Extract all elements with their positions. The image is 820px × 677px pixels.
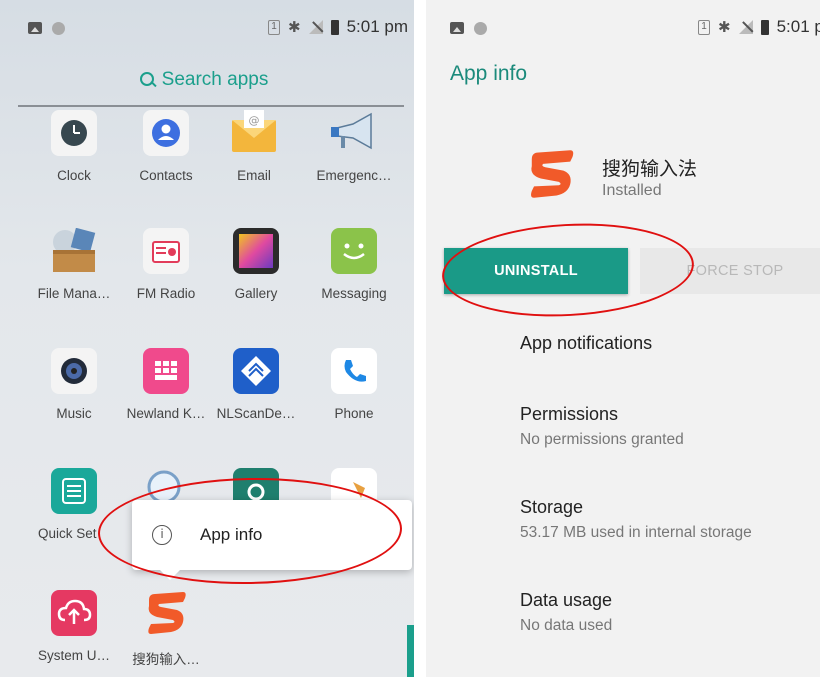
setting-title: Permissions [520,404,619,424]
app-nlscan[interactable]: NLScanDe… [210,348,302,421]
setting-title: App notifications [520,333,653,353]
radio-icon [143,228,189,274]
app-label: File Mana… [37,286,111,301]
app-label: Phone [334,406,374,421]
app-contacts[interactable]: Contacts [120,110,212,183]
app-emergency[interactable]: Emergenc… [308,110,400,183]
app-label: Emergenc… [316,168,392,183]
email-icon: @ [231,110,277,156]
app-fm-radio[interactable]: FM Radio [120,228,212,301]
app-label: Music [56,406,92,421]
app-phone[interactable]: Phone [308,348,400,421]
app-label: Clock [57,168,91,183]
setting-subtitle: No permissions granted [520,431,684,448]
contacts-icon [143,110,189,156]
app-label: Contacts [139,168,193,183]
setting-subtitle: 53.17 MB used in internal storage [520,524,752,541]
quick-settings-icon [51,468,97,514]
status-bar: 1 ✱ 5:01 pm [426,0,820,56]
app-messaging[interactable]: Messaging [308,228,400,301]
setting-title: Data usage [520,590,613,610]
app-label: Messaging [321,286,387,301]
app-label: System U… [37,648,110,663]
system-update-icon [51,590,97,636]
annotation-ellipse-uninstall [439,217,697,323]
status-time: 5:01 pm [776,17,820,36]
app-label: 搜狗输入… [132,652,200,667]
app-clock[interactable]: Clock [28,110,120,183]
scrollbar-thumb[interactable] [407,625,414,677]
notification-dot-icon [52,21,65,35]
bluetooth-icon: ✱ [717,18,731,36]
svg-text:@: @ [249,114,260,127]
app-info-screen: 1 ✱ 5:01 pm App info 搜狗输入法 Installed UNI… [426,0,820,677]
app-sogou[interactable]: 搜狗输入… [120,590,212,668]
app-install-status: Installed [602,182,662,199]
battery-icon [330,19,339,35]
search-apps-bar[interactable]: Search apps [0,60,408,100]
app-file-manager[interactable]: File Mana… [28,227,120,301]
clock-icon [51,110,97,156]
setting-data-usage[interactable]: Data usage No data used [520,590,612,635]
notification-dot-icon [474,21,487,35]
app-label: Newland K… [126,406,206,421]
file-manager-icon [51,227,97,274]
setting-title: Storage [520,497,584,517]
search-divider [18,105,404,107]
status-time: 5:01 pm [346,17,408,36]
battery-icon [760,19,769,35]
sim-icon: 1 [697,19,710,35]
sogou-icon [143,590,189,636]
app-label: NLScanDe… [216,406,296,421]
app-system-update[interactable]: System U… [28,590,120,663]
messaging-icon [331,228,377,274]
status-bar: 1 ✱ 5:01 pm [0,0,414,56]
screen-divider [414,0,426,677]
megaphone-icon [331,110,377,156]
bluetooth-icon: ✱ [287,18,301,36]
setting-permissions[interactable]: Permissions No permissions granted [520,404,684,449]
no-signal-icon [308,20,323,34]
gallery-icon [233,228,279,274]
no-signal-icon [738,20,753,34]
app-gallery[interactable]: Gallery [210,228,302,301]
setting-storage[interactable]: Storage 53.17 MB used in internal storag… [520,497,752,542]
keyboard-icon [143,348,189,394]
app-label: FM Radio [136,286,196,301]
setting-subtitle: No data used [520,617,613,634]
app-label: Gallery [234,286,278,301]
app-newland-keyboard[interactable]: Newland K… [120,348,212,421]
phone-icon [331,348,377,394]
app-name: 搜狗输入法 [602,159,698,180]
page-title: App info [450,62,528,85]
app-music[interactable]: Music [28,348,120,421]
app-email[interactable]: @ Email [208,110,300,183]
search-icon [139,72,156,88]
nlscan-icon [233,348,279,394]
sim-icon: 1 [267,19,280,35]
launcher-screen: 1 ✱ 5:01 pm Search apps Clock Contacts @… [0,0,414,677]
music-icon [51,348,97,394]
search-apps-label: Search apps [161,69,269,90]
image-notification-icon [28,22,42,34]
setting-app-notifications[interactable]: App notifications [520,333,652,354]
app-label: Email [237,168,271,183]
image-notification-icon [450,22,464,34]
sogou-icon [522,148,580,200]
